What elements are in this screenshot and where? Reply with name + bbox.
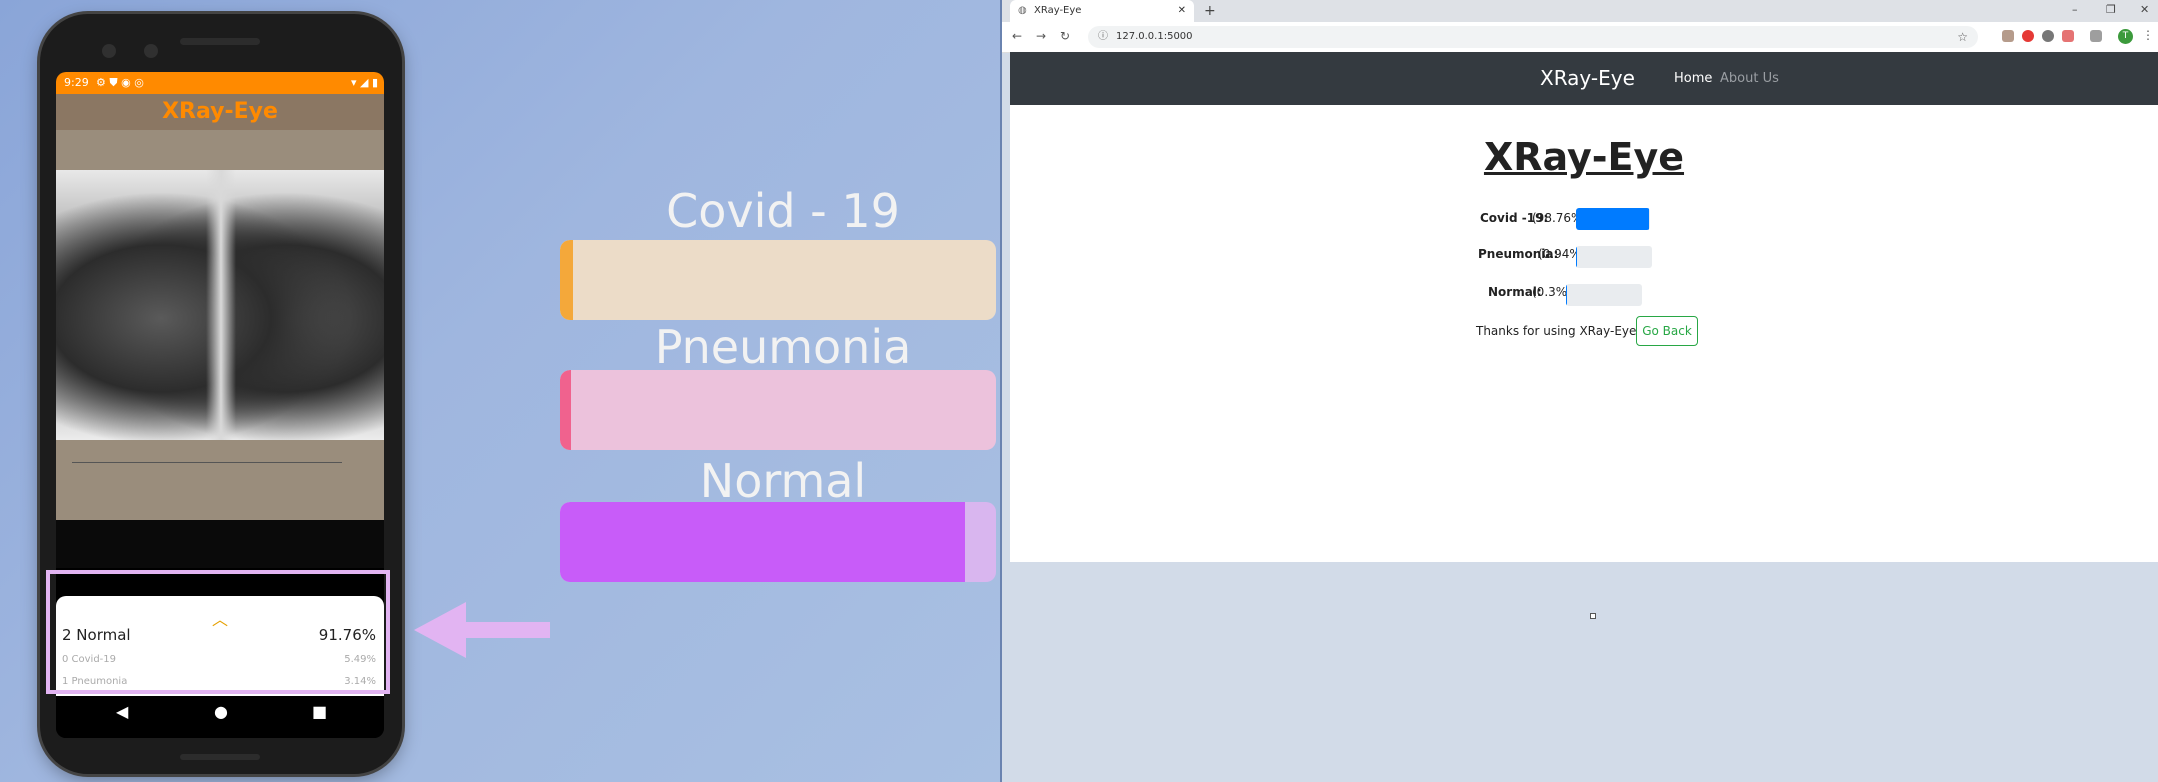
browser-window: ◍ XRay-Eye ✕ + – ❐ ✕ ← → ↻ ⓘ 127.0.0.1:5…	[1002, 0, 2158, 782]
tab-strip: ◍ XRay-Eye ✕ + – ❐ ✕	[1002, 0, 2158, 22]
extension-icon[interactable]	[2022, 30, 2034, 42]
status-bar: 9:29 ⚙ ⛊ ◉ ◎ ▾ ◢ ▮	[56, 72, 384, 94]
minimize-button[interactable]: –	[2072, 0, 2078, 20]
xray-ruler	[72, 456, 342, 463]
star-icon[interactable]: ☆	[1957, 26, 1968, 48]
resize-handle[interactable]	[1590, 613, 1596, 619]
site-navbar: XRay-Eye Home About Us	[1010, 52, 2158, 105]
phone-bottom-speaker	[180, 754, 260, 760]
bar-title: Normal	[699, 454, 867, 508]
camera-icon	[102, 44, 116, 58]
camera-icon	[144, 44, 158, 58]
info-icon[interactable]: ⓘ	[1098, 26, 1108, 48]
xray-spine	[206, 170, 236, 440]
page-title: XRay-Eye	[1483, 135, 1685, 179]
results-highlight-box	[46, 570, 390, 694]
back-icon[interactable]: ◀	[116, 702, 128, 721]
camera-preview	[56, 130, 384, 520]
close-icon[interactable]: ✕	[1178, 0, 1186, 22]
app-title: XRay-Eye	[56, 94, 384, 130]
normal-bar	[560, 502, 996, 582]
forward-arrow-icon[interactable]: →	[1036, 29, 1046, 43]
nav-home-link[interactable]: Home	[1674, 71, 1712, 86]
prediction-progress-fill	[1566, 284, 1568, 306]
covid-bar-fill	[560, 240, 574, 320]
extension-icon[interactable]	[2062, 30, 2074, 42]
reload-icon[interactable]: ↻	[1060, 29, 1070, 43]
profile-avatar[interactable]: T	[2118, 29, 2133, 44]
phone-speaker	[180, 38, 260, 45]
url-text[interactable]: 127.0.0.1:5000	[1116, 26, 1193, 48]
status-time: 9:29	[64, 76, 89, 89]
address-bar[interactable]: ⓘ 127.0.0.1:5000 ☆	[1088, 26, 1978, 48]
extension-icon[interactable]	[2042, 30, 2054, 42]
close-window-button[interactable]: ✕	[2140, 0, 2149, 20]
prediction-progress	[1566, 284, 1642, 306]
android-nav-bar: ◀ ● ■	[56, 696, 384, 738]
recents-icon[interactable]: ■	[312, 702, 327, 721]
prediction-progress-fill	[1576, 246, 1578, 268]
prediction-progress	[1576, 246, 1652, 268]
nav-about-link[interactable]: About Us	[1720, 71, 1779, 86]
reading-list-icon[interactable]	[2090, 30, 2102, 42]
pneumonia-bar	[560, 370, 996, 450]
tab-title: XRay-Eye	[1034, 5, 1082, 16]
globe-icon: ◍	[1018, 5, 1027, 16]
covid-bar	[560, 240, 996, 320]
back-arrow-icon[interactable]: ←	[1012, 29, 1022, 43]
site-brand[interactable]: XRay-Eye	[1540, 66, 1635, 90]
home-icon[interactable]: ●	[214, 702, 228, 721]
prediction-progress	[1576, 208, 1650, 230]
extension-icon[interactable]	[2002, 30, 2014, 42]
restore-button[interactable]: ❐	[2106, 0, 2116, 20]
bar-title: Covid - 19	[666, 184, 900, 238]
prediction-progress-fill	[1576, 208, 1650, 230]
bar-title: Pneumonia	[654, 320, 912, 374]
pneumonia-bar-fill	[560, 370, 571, 450]
browser-toolbar: ← → ↻ ⓘ 127.0.0.1:5000 ☆ T ⋮	[1002, 22, 2158, 53]
new-tab-button[interactable]: +	[1204, 0, 1216, 22]
xray-image	[56, 170, 384, 463]
go-back-button[interactable]: Go Back	[1636, 316, 1698, 346]
arrow-left-icon	[414, 602, 550, 658]
web-page: XRay-Eye Home About Us XRay-Eye Covid -1…	[1010, 52, 2158, 619]
preview-gap	[56, 520, 384, 568]
menu-dots-icon[interactable]: ⋮	[2142, 28, 2154, 42]
notification-icons: ⚙ ⛊ ◉ ◎	[96, 76, 144, 89]
thanks-text: Thanks for using XRay-Eye	[1476, 324, 1637, 338]
signal-battery-icons: ▾ ◢ ▮	[350, 76, 378, 89]
normal-bar-fill	[560, 502, 966, 582]
browser-tab[interactable]: ◍ XRay-Eye ✕	[1010, 0, 1194, 22]
